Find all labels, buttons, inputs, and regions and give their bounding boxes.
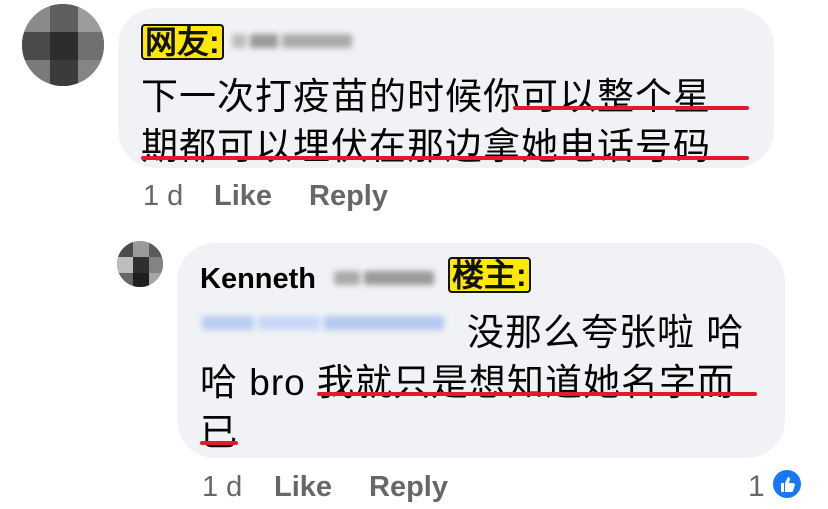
reaction-count[interactable]: 1 [748, 470, 765, 504]
thumbs-up-icon[interactable] [771, 468, 803, 500]
comment-reply-button[interactable]: Reply [309, 180, 388, 213]
commenter-label: 网友: [141, 24, 224, 60]
reply-text-after-mention: 没那么夸张啦 哈 [467, 312, 745, 353]
commenter-avatar[interactable] [22, 4, 104, 86]
mention-tag-redacted[interactable] [202, 316, 448, 335]
underline [513, 106, 749, 110]
reply-author-name[interactable]: Kenneth [200, 263, 316, 296]
reply-text-line-2: 哈 bro 我就只是想知道她名字而 [200, 362, 736, 403]
reply-like-button[interactable]: Like [274, 471, 332, 504]
reply-timestamp: 1 d [202, 471, 243, 503]
reply-avatar[interactable] [117, 241, 163, 287]
reply-author-surname-redacted [334, 271, 438, 290]
reply-reply-button[interactable]: Reply [369, 471, 448, 504]
comment-timestamp: 1 d [143, 180, 184, 212]
comment-like-button[interactable]: Like [214, 180, 272, 213]
underline [317, 392, 757, 396]
reply-label: 楼主: [448, 257, 531, 293]
comment-text-line-1: 下一次打疫苗的时候你可以整个星 [141, 76, 711, 117]
commenter-name-redacted [232, 34, 356, 53]
comment-text-line-2: 期都可以埋伏在那边拿她电话号码 [141, 126, 711, 167]
underline [200, 441, 238, 445]
underline [141, 156, 749, 160]
reply-text-line-3: 已 [200, 412, 238, 453]
